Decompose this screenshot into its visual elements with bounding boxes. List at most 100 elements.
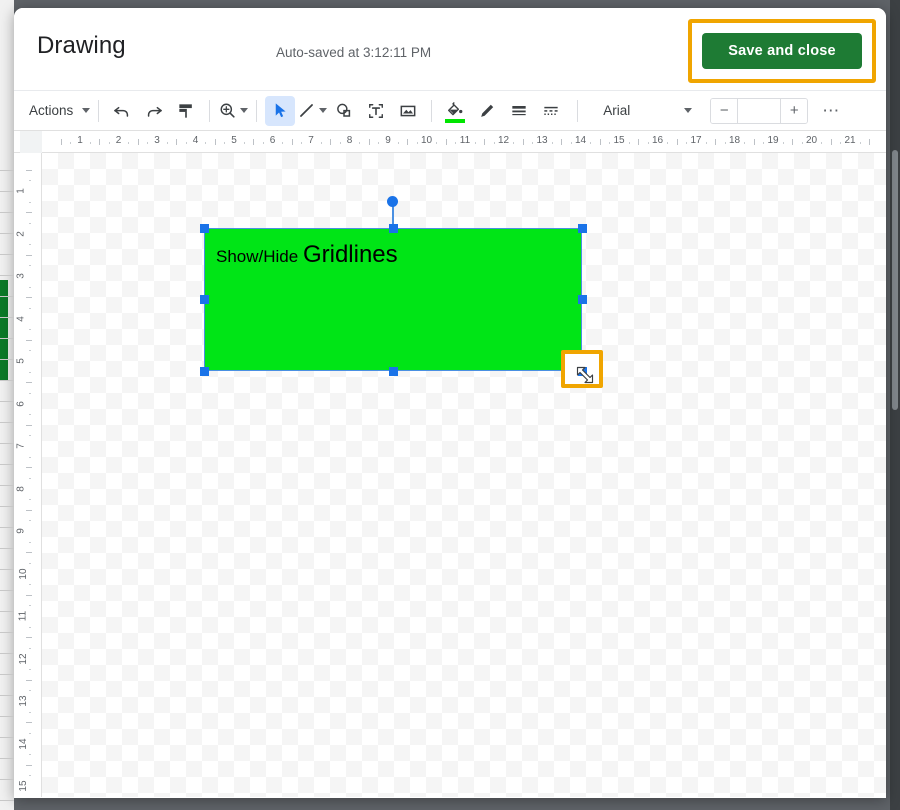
font-size-increase-button[interactable]: + <box>781 98 808 123</box>
ruler-v-minor-tick <box>29 669 31 671</box>
ruler-v-minor-tick <box>29 222 31 224</box>
ruler-h-tick <box>484 139 486 145</box>
line-weight-button[interactable] <box>504 96 534 126</box>
resize-handle-top-right[interactable] <box>577 223 587 233</box>
ruler-h-label: 7 <box>308 135 314 146</box>
font-size-input[interactable] <box>737 98 782 123</box>
drawing-canvas[interactable]: Show/Hide Gridlines <box>42 153 886 797</box>
background-sheet-gridline <box>0 443 14 444</box>
ruler-v-label: 1 <box>15 188 27 194</box>
ruler-h-minor-tick <box>108 142 110 144</box>
save-and-close-button[interactable]: Save and close <box>702 33 862 69</box>
ruler-v-minor-tick <box>29 307 31 309</box>
resize-handle-middle-left[interactable] <box>199 294 209 304</box>
background-sheet-gridline <box>0 359 14 360</box>
font-size-decrease-button[interactable]: − <box>711 98 738 123</box>
ruler-h-minor-tick <box>821 142 823 144</box>
resize-handle-middle-right[interactable] <box>577 294 587 304</box>
ruler-h-tick <box>869 139 871 145</box>
line-dash-button[interactable] <box>536 96 566 126</box>
background-sheet-gridline <box>0 590 14 591</box>
ruler-h-label: 9 <box>385 135 391 146</box>
ruler-v-label: 10 <box>18 567 30 580</box>
page-scrollbar[interactable] <box>892 150 898 410</box>
ruler-h-minor-tick <box>782 142 784 144</box>
ruler-h-tick <box>522 139 524 145</box>
ruler-v-tick <box>26 637 32 639</box>
ruler-h-minor-tick <box>667 142 669 144</box>
resize-handle-top-left[interactable] <box>199 223 209 233</box>
ruler-h-label: 15 <box>613 135 625 146</box>
ruler-v-label: 2 <box>15 230 27 237</box>
font-size-stepper: − + <box>710 97 809 124</box>
ruler-h-label: 6 <box>269 135 276 146</box>
ruler-h-minor-tick <box>551 142 553 144</box>
horizontal-ruler[interactable]: 1 2 3 4 5 6 7 8 9 10 11 12 13 14 15 16 17 18 19 20 21 <box>42 131 886 153</box>
resize-handle-top-center[interactable] <box>388 223 398 233</box>
background-sheet-gridline <box>0 506 14 507</box>
redo-button[interactable] <box>139 96 169 126</box>
font-family-dropdown[interactable]: Arial <box>595 97 698 125</box>
line-color-button[interactable] <box>472 96 502 126</box>
ruler-v-minor-tick <box>29 754 31 756</box>
ruler-h-minor-tick <box>532 142 534 144</box>
more-options-button[interactable]: ⋯ <box>816 101 846 121</box>
ruler-v-tick <box>26 509 32 511</box>
ruler-v-minor-tick <box>29 371 31 373</box>
line-dash-icon <box>544 106 558 115</box>
ruler-h-label: 10 <box>420 135 433 146</box>
shape-tool-button[interactable] <box>329 96 359 126</box>
ruler-h-minor-tick <box>359 142 361 144</box>
background-sheet-gridline <box>0 611 14 612</box>
ruler-h-tick <box>407 139 409 145</box>
background-sheet-gridline <box>0 275 14 276</box>
background-sheet-gridline <box>0 548 14 549</box>
ruler-v-tick <box>26 382 32 384</box>
resize-handle-bottom-left[interactable] <box>199 366 209 376</box>
ruler-h-minor-tick <box>378 142 380 144</box>
background-sheet-gridline <box>0 569 14 570</box>
vertical-ruler[interactable]: 1 2 3 4 5 6 7 8 9 10 11 12 13 14 15 <box>14 153 42 797</box>
background-sheet-gridline <box>0 674 14 675</box>
ruler-v-minor-tick <box>29 690 31 692</box>
ruler-h-minor-tick <box>436 142 438 144</box>
green-rectangle-shape[interactable]: Show/Hide Gridlines <box>204 228 582 371</box>
select-tool-button[interactable] <box>265 95 296 126</box>
ruler-h-label: 19 <box>767 135 779 146</box>
fill-color-button[interactable] <box>440 96 470 126</box>
drawing-work-area: 1 2 3 4 5 6 7 8 9 10 11 12 13 14 15 16 17 18 19 20 21 123456… <box>14 131 886 797</box>
chevron-down-icon <box>319 108 328 113</box>
zoom-button[interactable] <box>218 96 249 126</box>
ruler-h-minor-tick <box>224 142 226 144</box>
line-tool-button[interactable] <box>297 96 328 126</box>
ruler-v-label: 8 <box>15 485 27 492</box>
ruler-h-label: 3 <box>154 135 160 146</box>
ruler-h-tick <box>676 139 678 145</box>
background-sheet-gridline <box>0 695 14 696</box>
font-family-value: Arial <box>603 103 631 118</box>
ruler-h-tick <box>792 139 794 145</box>
fill-color-swatch <box>445 118 466 123</box>
ruler-v-tick <box>26 254 32 256</box>
background-sheet-gridline <box>0 296 14 297</box>
ruler-h-tick <box>753 139 755 145</box>
undo-button[interactable] <box>107 96 137 126</box>
chevron-down-icon <box>684 108 693 113</box>
ruler-h-minor-tick <box>262 142 264 144</box>
actions-menu-button[interactable]: Actions <box>23 96 91 126</box>
ruler-h-minor-tick <box>397 142 399 144</box>
line-weight-icon <box>512 105 526 115</box>
ruler-v-tick <box>26 679 32 681</box>
ruler-v-tick <box>26 212 32 214</box>
paint-format-button[interactable] <box>171 96 201 126</box>
image-tool-button[interactable] <box>393 96 423 126</box>
background-sheet-gridline <box>0 653 14 654</box>
ruler-v-minor-tick <box>29 626 31 628</box>
background-sheet-gridline <box>0 464 14 465</box>
resize-handle-bottom-center[interactable] <box>388 366 398 376</box>
rotation-handle[interactable] <box>387 196 398 207</box>
ruler-h-minor-tick <box>70 142 72 144</box>
ruler-v-tick <box>26 339 32 341</box>
resize-cursor-icon <box>576 366 594 384</box>
text-box-tool-button[interactable] <box>361 96 391 126</box>
